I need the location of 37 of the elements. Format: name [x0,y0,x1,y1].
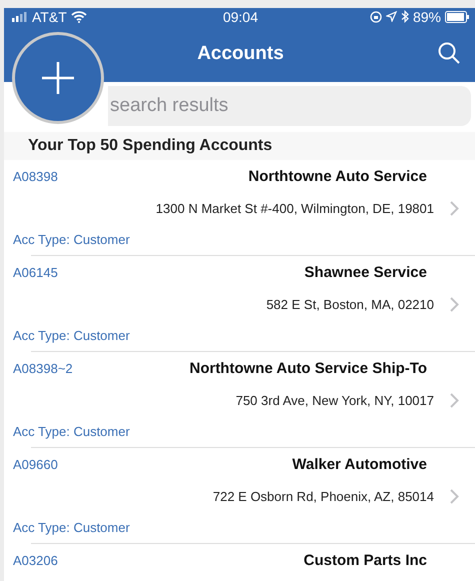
account-name: Custom Parts Inc [304,552,427,568]
screen-title: Accounts [197,42,284,64]
account-type: Acc Type: Customer [13,424,130,438]
account-id: A08398~2 [13,360,73,376]
account-id: A06145 [13,264,58,280]
search-icon [437,41,461,65]
account-type: Acc Type: Customer [13,520,130,534]
chevron-right-icon[interactable] [450,488,459,504]
location-icon [386,11,397,22]
chevron-right-icon[interactable] [450,200,459,216]
account-address: 1300 N Market St #-400, Wilmington, DE, 19801 [156,200,434,216]
account-address: 722 E Osborn Rd, Phoenix, AZ, 85014 [212,488,434,504]
account-address: 582 E St, Boston, MA, 02210 [266,296,434,312]
clock-time: 09:04 [222,8,258,24]
account-address: 750 3rd Ave, New York, NY, 10017 [236,392,434,408]
battery-icon [445,10,469,22]
search-field[interactable]: search results [108,86,471,126]
signal-icon [12,12,28,22]
lock-rotation-icon [370,10,382,22]
account-name: Northtowne Auto Service [248,168,427,184]
chevron-right-icon[interactable] [450,392,459,408]
account-type: Acc Type: Customer [13,328,130,342]
bluetooth-icon [400,10,409,23]
account-id: A08398 [13,168,58,184]
carrier-name: AT&T [32,8,67,24]
battery-percent: 89% [412,8,441,24]
account-name: Shawnee Service [304,264,427,280]
account-type: Acc Type: Customer [13,232,130,246]
wifi-icon [70,10,87,22]
account-id: A03206 [13,552,58,568]
account-name: Walker Automotive [292,456,427,472]
plus-icon [40,60,76,96]
chevron-right-icon[interactable] [450,296,459,312]
search-button[interactable] [437,41,461,65]
section-header: Your Top 50 Spending Accounts [4,132,475,160]
account-name: Northtowne Auto Service Ship-To [189,360,427,376]
account-id: A09660 [13,456,58,472]
